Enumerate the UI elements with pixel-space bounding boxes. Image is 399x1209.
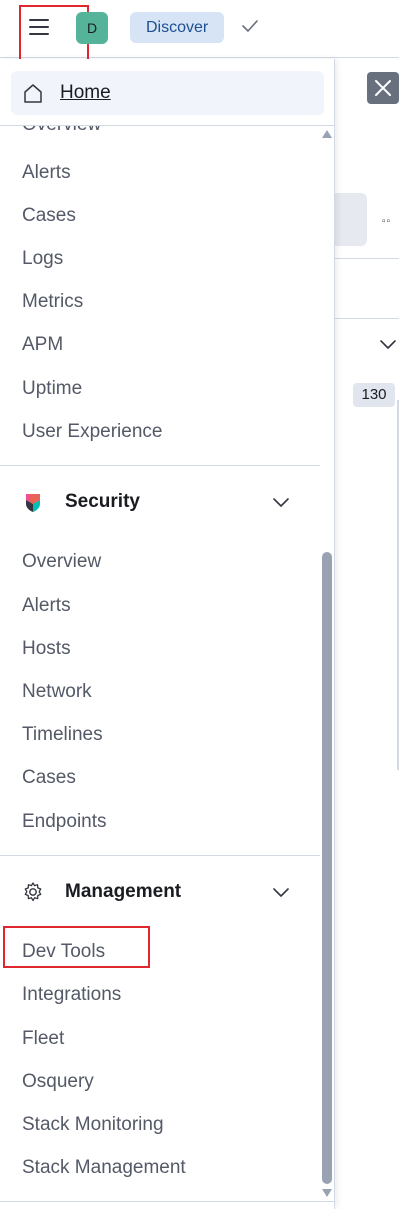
gear-icon <box>24 882 42 902</box>
annotation-highlight-box <box>3 926 150 968</box>
nav-item-user-experience[interactable]: User Experience <box>22 421 162 443</box>
home-link[interactable]: Home <box>11 71 324 115</box>
background-search-field[interactable] <box>335 193 367 246</box>
section-header-security[interactable]: Security <box>0 482 320 522</box>
nav-item-apm[interactable]: APM <box>22 334 63 356</box>
scroll-down-arrow[interactable] <box>322 1189 332 1197</box>
nav-item-logs[interactable]: Logs <box>22 248 63 270</box>
nav-item-fleet[interactable]: Fleet <box>22 1028 64 1050</box>
security-logo-icon <box>26 494 40 512</box>
section-divider <box>0 465 320 466</box>
nav-item-hosts[interactable]: Hosts <box>22 638 71 660</box>
section-header-management[interactable]: Management <box>0 872 320 912</box>
home-label: Home <box>60 82 111 103</box>
section-title-management: Management <box>65 881 182 902</box>
nav-item-security-alerts[interactable]: Alerts <box>22 595 71 617</box>
breadcrumb-discover[interactable]: Discover <box>130 12 225 43</box>
nav-item-observability-alerts[interactable]: Alerts <box>22 162 71 184</box>
section-divider <box>0 855 320 856</box>
chevron-down-icon[interactable] <box>378 334 398 354</box>
nav-item-security-cases[interactable]: Cases <box>22 767 76 789</box>
chevron-down-icon <box>273 498 289 507</box>
options-icon[interactable]: ▫▫ <box>382 216 391 227</box>
close-icon[interactable] <box>367 72 399 104</box>
check-icon <box>242 20 258 32</box>
count-badge: 130 <box>353 383 395 407</box>
nav-item-timelines[interactable]: Timelines <box>22 724 103 746</box>
nav-item-observability-overview[interactable]: Overview <box>22 126 101 136</box>
nav-item-stack-monitoring[interactable]: Stack Monitoring <box>22 1114 164 1136</box>
nav-list: Overview Alerts Cases Logs Metrics APM U… <box>0 126 320 1206</box>
scroll-up-arrow[interactable] <box>322 130 332 138</box>
divider <box>0 1201 335 1202</box>
hamburger-icon-bar-3 <box>29 33 49 35</box>
nav-item-security-overview[interactable]: Overview <box>22 551 101 573</box>
background-divider <box>335 318 399 319</box>
home-icon <box>24 84 42 103</box>
background-divider <box>335 258 399 259</box>
nav-item-network[interactable]: Network <box>22 681 92 703</box>
side-navigation: Home Overview Alerts Cases Logs Metrics … <box>0 59 335 1209</box>
hamburger-icon <box>29 19 49 21</box>
nav-item-integrations[interactable]: Integrations <box>22 984 121 1006</box>
nav-item-endpoints[interactable]: Endpoints <box>22 811 107 833</box>
nav-item-observability-cases[interactable]: Cases <box>22 205 76 227</box>
top-header: D Discover <box>0 0 399 62</box>
hamburger-icon-bar-2 <box>29 26 49 28</box>
section-title-security: Security <box>65 491 140 512</box>
space-avatar[interactable]: D <box>76 12 108 44</box>
nav-item-metrics[interactable]: Metrics <box>22 291 83 313</box>
nav-item-stack-management[interactable]: Stack Management <box>22 1157 186 1179</box>
nav-item-uptime[interactable]: Uptime <box>22 378 82 400</box>
nav-item-osquery[interactable]: Osquery <box>22 1071 94 1093</box>
scrollbar-thumb[interactable] <box>322 552 332 1184</box>
chevron-down-icon <box>273 888 289 897</box>
